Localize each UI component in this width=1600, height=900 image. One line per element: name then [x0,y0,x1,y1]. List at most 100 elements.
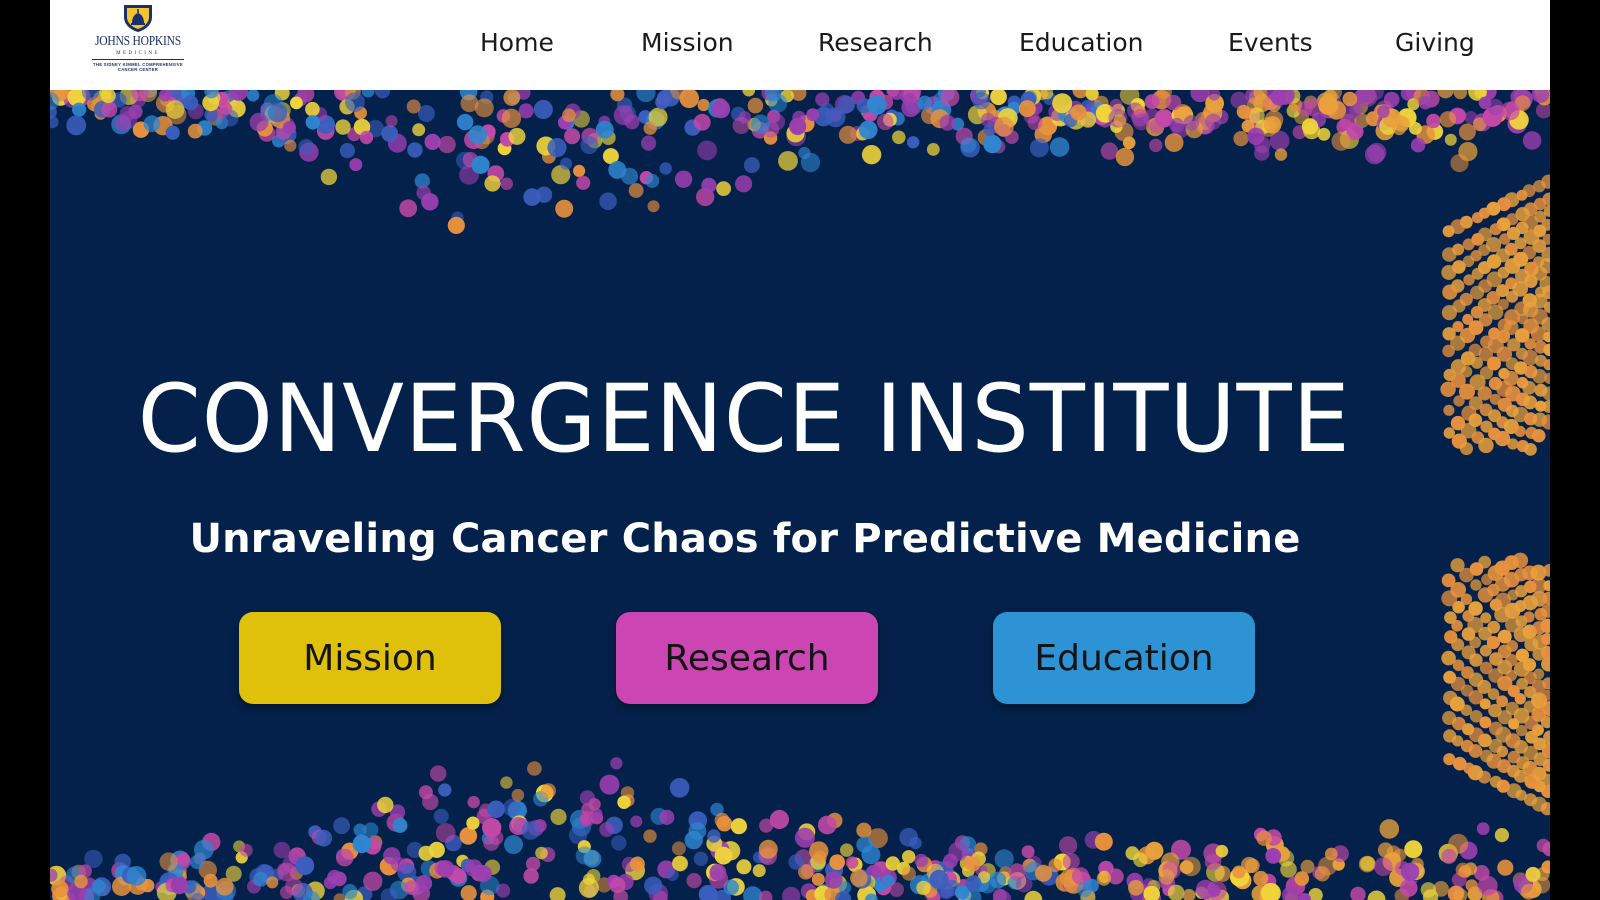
decorative-dot [1462,238,1475,251]
decorative-dot [392,818,408,833]
decorative-dot [253,871,269,887]
decorative-dot [1367,890,1386,900]
decorative-dot [1236,104,1251,119]
decorative-dot [885,856,900,871]
site-header: JOHNS HOPKINS MEDICINE THE SIDNEY KIMMEL… [50,0,1550,90]
decorative-dot [1132,113,1150,131]
decorative-dot [1113,114,1127,127]
decorative-dot [965,875,982,891]
decorative-dot [474,98,494,118]
decorative-dot [1400,862,1420,882]
decorative-dot [418,845,434,861]
decorative-dot [643,829,657,843]
decorative-dot [1205,113,1222,130]
decorative-dot [1029,138,1049,158]
decorative-dot [1077,881,1093,898]
decorative-dot [266,876,279,889]
decorative-dot [580,136,599,155]
decorative-dot [501,108,522,128]
decorative-dot [447,216,465,234]
decorative-dot [1533,668,1545,680]
decorative-dot [608,160,627,179]
decorative-dot [1442,247,1457,262]
decorative-dot [758,839,778,859]
decorative-dot [575,846,594,865]
decorative-dot [819,102,834,117]
decorative-dot [1443,753,1456,766]
decorative-dot [1524,443,1537,456]
nav-giving[interactable]: Giving [1395,28,1475,57]
decorative-dot [126,866,147,886]
decorative-dot [629,856,645,872]
decorative-dot [983,123,996,137]
mission-button[interactable]: Mission [239,612,501,704]
decorative-dot [716,181,731,196]
decorative-dot [1520,883,1537,900]
decorative-dot [1426,113,1441,129]
decorative-dot [503,798,521,817]
decorative-dot [1294,871,1310,886]
decorative-dot [1233,131,1249,147]
decorative-dot [487,800,505,819]
decorative-dot [573,164,586,177]
decorative-dot [1442,284,1458,300]
decorative-dot [1453,90,1468,100]
decorative-dot [1441,573,1456,588]
decorative-dot [438,783,452,797]
decorative-dot [165,125,180,140]
decorative-dot [535,846,548,860]
decorative-dot [51,880,69,898]
decorative-dot [540,783,556,799]
decorative-dot [1522,131,1542,150]
decorative-dot [555,199,574,218]
decorative-dot [778,151,798,171]
decorative-dot [459,827,478,845]
decorative-dot [504,835,523,855]
decorative-dot [581,802,594,816]
nav-research[interactable]: Research [818,28,933,57]
decorative-dot [1058,836,1078,855]
decorative-dot [1480,612,1492,624]
decorative-dot [747,97,764,114]
education-button[interactable]: Education [993,612,1255,704]
decorative-dot [1149,138,1163,153]
nav-events[interactable]: Events [1228,28,1313,57]
decorative-dot [1115,147,1135,167]
decorative-dot [424,133,441,150]
decorative-dot [508,127,526,145]
decorative-dot [1158,869,1175,885]
decorative-dot [1443,729,1457,743]
decorative-dot [1204,853,1222,871]
decorative-dot [1506,290,1519,303]
decorative-dot [435,823,456,843]
decorative-dot [456,113,474,131]
decorative-dot [345,92,365,112]
decorative-dot [693,113,711,131]
decorative-dot [1450,154,1469,173]
decorative-dot [926,143,940,156]
decorative-dot [1463,274,1475,286]
research-button[interactable]: Research [616,612,878,704]
nav-education[interactable]: Education [1019,28,1143,57]
decorative-dot [1441,265,1457,280]
decorative-dot [564,128,581,145]
decorative-dot [647,200,660,213]
decorative-dot [659,162,672,175]
decorative-dot [1497,859,1514,876]
decorative-dot [521,821,540,840]
decorative-dot [547,138,567,158]
nav-mission[interactable]: Mission [641,28,734,57]
decorative-dot [1515,648,1530,662]
decorative-dot [1027,115,1043,131]
decorative-dot [768,113,786,131]
decorative-dot [732,116,750,134]
decorative-dot [595,120,614,139]
decorative-dot [1487,620,1501,634]
decorative-dot [743,157,760,174]
decorative-dot [937,882,955,900]
decorative-dot [359,130,374,145]
decorative-dot [377,796,394,814]
decorative-dot [914,853,928,868]
decorative-dot [339,143,355,159]
nav-home[interactable]: Home [480,28,554,57]
